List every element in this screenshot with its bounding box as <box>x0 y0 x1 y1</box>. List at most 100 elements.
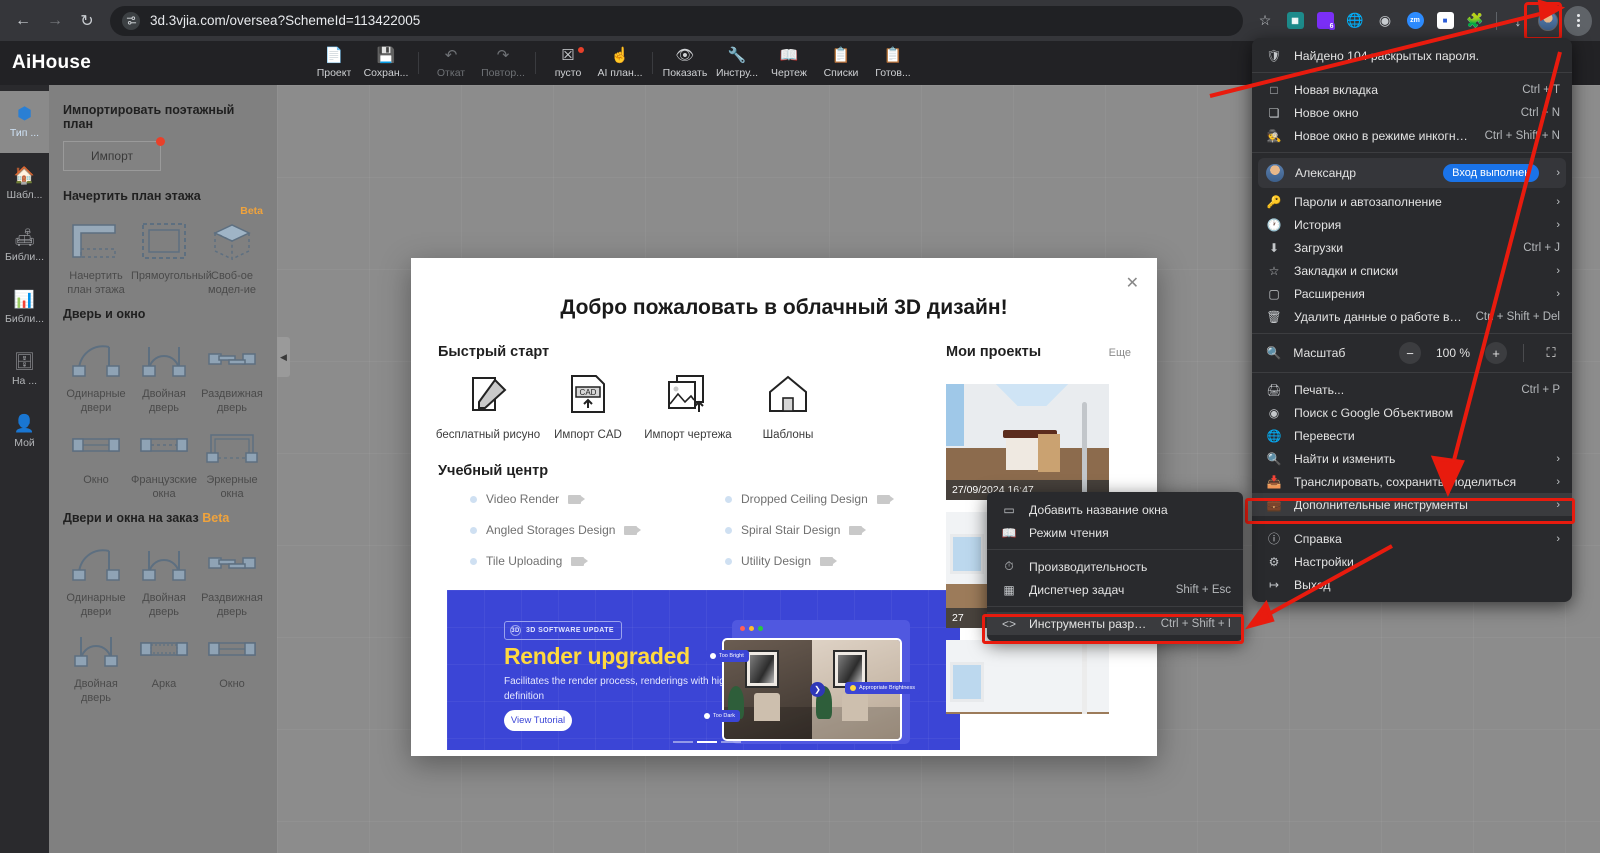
menu-item-cast-icon[interactable]: 📥 Транслировать, сохранить, поделиться › <box>1252 470 1572 493</box>
quick-start-cad-import-icon[interactable]: CAD Импорт CAD <box>538 374 638 441</box>
rail-item-5[interactable]: 👤 Мой <box>0 401 49 463</box>
tool-cell-rectangle-room-icon[interactable]: Прямоугольный <box>131 213 212 297</box>
menu-item-toolbox-icon[interactable]: 💼 Дополнительные инструменты › <box>1252 493 1572 516</box>
menu-item-gear-icon[interactable]: ⚙ Настройки <box>1252 550 1572 573</box>
menu-item-performance-icon[interactable]: ⏱ Производительность <box>987 555 1243 578</box>
blue-square-extension-icon[interactable]: ■ <box>1431 7 1459 35</box>
toolbar-button-7[interactable]: 🔧 Инстру... <box>711 47 763 79</box>
zoom-out-button[interactable]: − <box>1399 342 1421 364</box>
toolbar-button-label: Чертеж <box>771 66 807 79</box>
back-button[interactable]: ← <box>8 6 38 36</box>
tool-cell-double-door-icon[interactable]: Двойная дверь <box>63 621 129 705</box>
purple-badge-extension-icon[interactable]: 6 <box>1311 7 1339 35</box>
chevron-right-icon: › <box>1556 532 1560 545</box>
menu-item-incognito-icon[interactable]: 🕵 Новое окно в режиме инкогнито Ctrl + Shi… <box>1252 124 1572 147</box>
tool-cell-arch-icon[interactable]: Арка <box>131 621 197 705</box>
rail-item-3[interactable]: 📊 Библи... <box>0 277 49 339</box>
carousel-indicators[interactable] <box>673 740 741 743</box>
avatar-icon[interactable] <box>1534 7 1562 35</box>
chevron-right-icon[interactable]: ❯ <box>810 682 825 697</box>
menu-item-new-tab-icon[interactable]: □ Новая вкладка Ctrl + T <box>1252 78 1572 101</box>
tool-cell-single-door-icon[interactable]: Одинарные двери <box>63 535 129 619</box>
menu-item-trash-icon[interactable]: 🗑 Удалить данные о работе в браузере... Ct… <box>1252 305 1572 328</box>
rail-item-4[interactable]: 🗄 На ... <box>0 339 49 401</box>
svg-text:CAD: CAD <box>580 388 597 397</box>
tool-cell-french-window-icon[interactable]: Французские окна <box>131 417 197 501</box>
zoom-in-button[interactable]: + <box>1485 342 1507 364</box>
toolbar-button-8[interactable]: 📖 Чертеж <box>763 47 815 79</box>
profile-row[interactable]: Александр Вход выполнен › <box>1258 158 1566 188</box>
learning-item-0[interactable]: Video Render <box>438 492 693 506</box>
three-dots-menu-icon[interactable] <box>1564 5 1592 36</box>
star-icon[interactable]: ☆ <box>1251 7 1279 35</box>
menu-item-find-icon[interactable]: 🔍 Найти и изменить › <box>1252 447 1572 470</box>
toolbar-button-2[interactable]: ↶ Откат <box>425 47 477 79</box>
toolbar-button-1[interactable]: 💾 Сохран... <box>360 47 412 79</box>
toolbar-button-5[interactable]: ☝ AI план... <box>594 47 646 79</box>
page-settings-icon[interactable] <box>122 11 140 30</box>
menu-item-history-icon[interactable]: 🕐 История › <box>1252 213 1572 236</box>
toolbar-button-3[interactable]: ↷ Повтор... <box>477 47 529 79</box>
menu-item-puzzle-icon[interactable]: ▢ Расширения › <box>1252 282 1572 305</box>
menu-item-new-window-icon[interactable]: ❏ Новое окно Ctrl + N <box>1252 101 1572 124</box>
tool-cell-double-door-icon[interactable]: Двойная дверь <box>131 331 197 415</box>
single-door-icon <box>63 539 129 587</box>
fullscreen-icon[interactable]: ⛶ <box>1540 342 1562 364</box>
quick-start-templates-house-icon[interactable]: Шаблоны <box>738 374 838 441</box>
address-bar[interactable]: 3d.3vjia.com/oversea?SchemeId=113422005 <box>110 5 1243 36</box>
learning-item-2[interactable]: Angled Storages Design <box>438 523 693 537</box>
globe-extension-icon[interactable]: ◉ <box>1371 7 1399 35</box>
tool-cell-free-modeling-cube-icon[interactable]: Beta Своб-ое модел-ие <box>199 205 265 297</box>
tool-cell-bay-window-icon[interactable]: Эркерные окна <box>199 417 265 501</box>
tool-cell-window-icon[interactable]: Окно <box>63 417 129 501</box>
my-projects-more-link[interactable]: Еще <box>1109 347 1131 359</box>
password-alert-item[interactable]: 🛡 Найдено 104 раскрытых пароля. <box>1252 44 1572 67</box>
qr-extension-icon[interactable]: ▦ <box>1281 7 1309 35</box>
toolbar-button-6[interactable]: 👁 Показать <box>659 47 711 79</box>
rail-item-1[interactable]: 🏠 Шабл... <box>0 153 49 215</box>
toolbar-button-10[interactable]: 📋 Готов... <box>867 47 919 79</box>
menu-item-help-icon[interactable]: ⓘ Справка › <box>1252 527 1572 550</box>
quick-start-drawing-import-icon[interactable]: Импорт чертежа <box>638 374 738 441</box>
toolbar-button-9[interactable]: 📋 Списки <box>815 47 867 79</box>
menu-item-reading-mode-icon[interactable]: 📖 Режим чтения <box>987 521 1243 544</box>
zoom-extension-icon[interactable]: zm <box>1401 7 1429 35</box>
menu-item-exit-icon[interactable]: ↦ Выход <box>1252 573 1572 596</box>
menu-item-devtools-icon[interactable]: <> Инструменты разработчика Ctrl + Shift +… <box>987 612 1243 635</box>
globe-grid-extension-icon[interactable]: 🌐 <box>1341 7 1369 35</box>
close-icon[interactable]: ✕ <box>1126 276 1139 292</box>
tool-cell-sliding-door-icon[interactable]: Раздвижная дверь <box>199 331 265 415</box>
tool-cell-single-door-icon[interactable]: Одинарные двери <box>63 331 129 415</box>
toolbar-button-0[interactable]: 📄 Проект <box>308 47 360 79</box>
menu-item-window-name-icon[interactable]: ▭ Добавить название окна <box>987 498 1243 521</box>
bullet-icon <box>470 526 477 534</box>
rail-item-0[interactable]: ⬢ Тип ... <box>0 91 49 153</box>
learning-item-3[interactable]: Spiral Stair Design <box>693 523 946 537</box>
tool-cell-sliding-door-icon[interactable]: Раздвижная дверь <box>199 535 265 619</box>
rail-item-2[interactable]: 🛋 Библи... <box>0 215 49 277</box>
toolbar-button-label: Повтор... <box>481 66 525 79</box>
toolbar-button-4[interactable]: ☒ пусто <box>542 46 594 79</box>
menu-item-task-manager-icon[interactable]: ▦ Диспетчер задач Shift + Esc <box>987 578 1243 601</box>
panel-collapse-toggle[interactable]: ◀ <box>277 337 290 377</box>
puzzle-extensions-icon[interactable]: 🧩 <box>1461 7 1489 35</box>
forward-button[interactable]: → <box>40 6 70 36</box>
reload-button[interactable]: ↻ <box>72 6 102 36</box>
menu-item-star-icon[interactable]: ☆ Закладки и списки › <box>1252 259 1572 282</box>
menu-item-lens-icon[interactable]: ◉ Поиск с Google Объективом <box>1252 401 1572 424</box>
tool-cell-draw-floorplan-icon[interactable]: Начертить план этажа <box>63 213 129 297</box>
tool-cell-window-icon[interactable]: Окно <box>199 621 265 705</box>
menu-item-download-icon[interactable]: ⬇ Загрузки Ctrl + J <box>1252 236 1572 259</box>
menu-item-translate-icon[interactable]: 🌐 Перевести <box>1252 424 1572 447</box>
menu-item-key-icon[interactable]: 🔑 Пароли и автозаполнение › <box>1252 190 1572 213</box>
menu-item-print-icon[interactable]: 🖨 Печать... Ctrl + P <box>1252 378 1572 401</box>
learning-item-5[interactable]: Utility Design <box>693 554 946 568</box>
import-button[interactable]: Импорт <box>63 137 165 171</box>
learning-item-1[interactable]: Dropped Ceiling Design <box>693 492 946 506</box>
tool-cell-double-door-icon[interactable]: Двойная дверь <box>131 535 197 619</box>
view-tutorial-button[interactable]: View Tutorial <box>504 710 572 731</box>
learning-item-4[interactable]: Tile Uploading <box>438 554 693 568</box>
download-icon[interactable]: ↓ <box>1504 7 1532 35</box>
promo-banner[interactable]: 3D 3D SOFTWARE UPDATE Render upgraded Fa… <box>447 590 960 750</box>
quick-start-free-draw-icon[interactable]: бесплатный рисуно <box>436 374 540 441</box>
